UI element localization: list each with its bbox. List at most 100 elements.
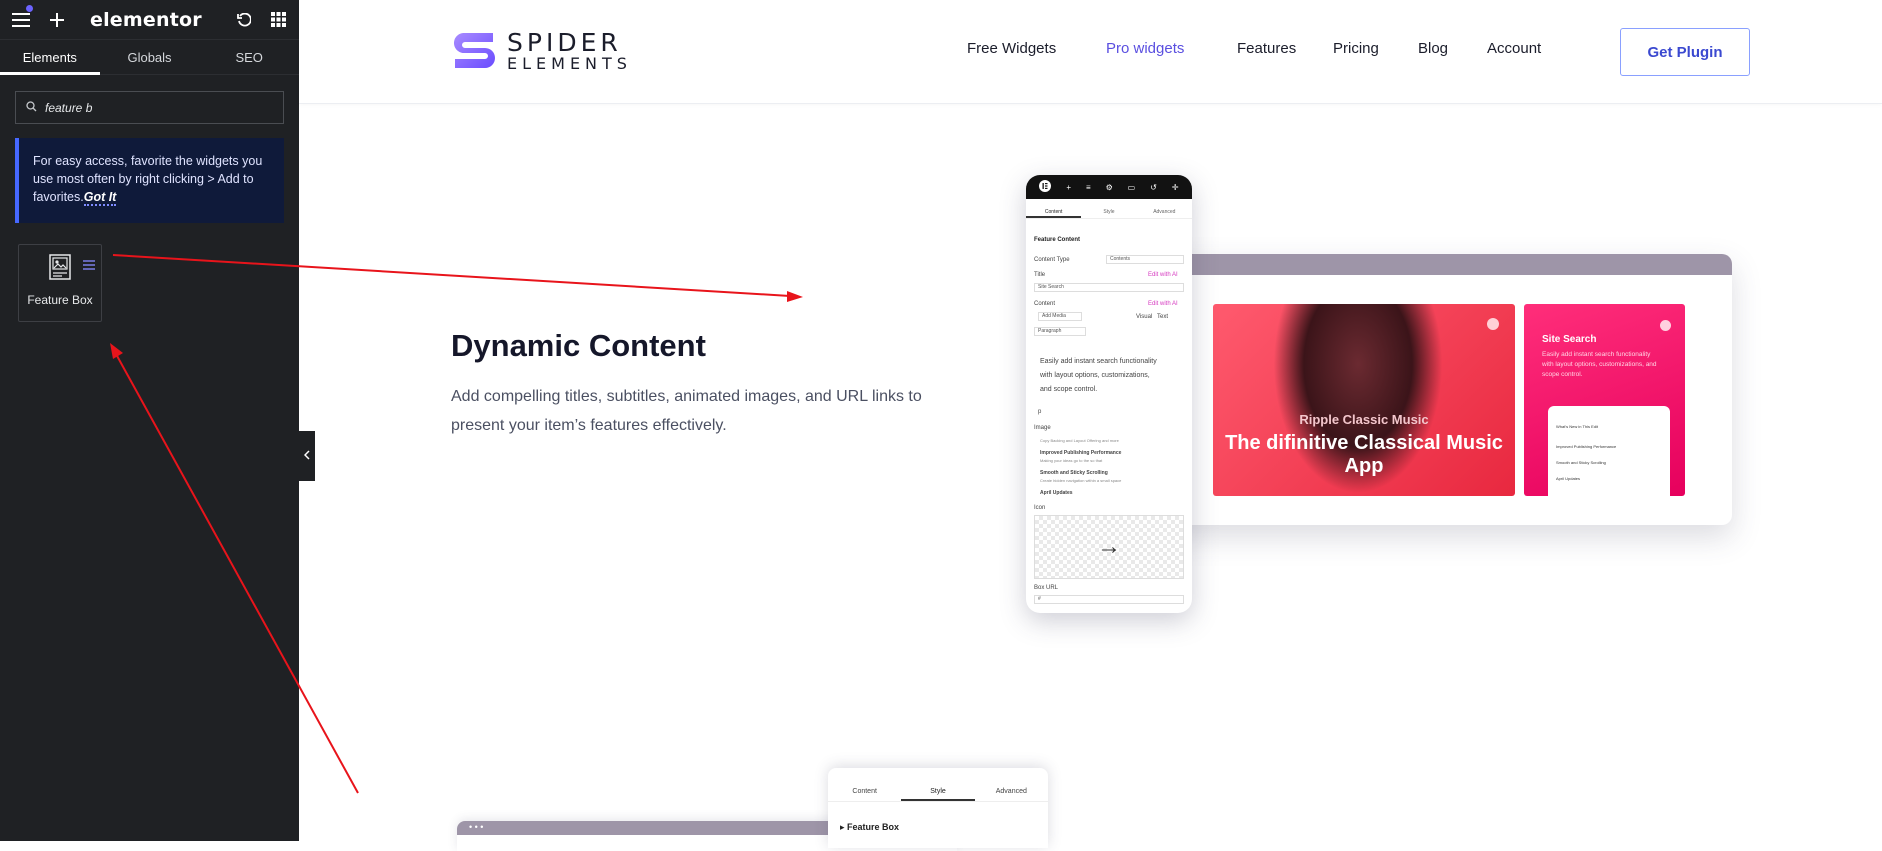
tab-elements[interactable]: Elements xyxy=(0,40,100,75)
widget-search-input[interactable] xyxy=(45,100,265,115)
widget-menu-icon[interactable] xyxy=(83,259,95,273)
preview-browser-window: Ripple Classic Music The difinitive Clas… xyxy=(1160,254,1732,525)
phone-label: Content xyxy=(1034,301,1056,307)
phone-list-line: Copy Backing and Layout Offering and mor… xyxy=(1040,438,1119,443)
style-panel-mockup: Content Style Advanced ▸ Feature Box xyxy=(828,768,1048,848)
nav-blog[interactable]: Blog xyxy=(1418,40,1448,57)
search-icon xyxy=(26,99,37,117)
phone-icon-preview: → xyxy=(1034,515,1184,579)
widget-search-box xyxy=(15,91,284,124)
phone-add-media: Add Media xyxy=(1038,312,1082,321)
site-search-card: Site Search Easily add instant search fu… xyxy=(1524,304,1685,496)
comment-icon: ▭ xyxy=(1127,182,1136,192)
arrow-right-icon: → xyxy=(1097,533,1121,560)
phone-paragraph-select: Paragraph xyxy=(1034,327,1086,336)
panel2-section-title: ▸ Feature Box xyxy=(840,822,900,832)
panel2-tab-content: Content xyxy=(852,788,877,795)
phone-text-tab: Text xyxy=(1157,314,1169,320)
nav-account[interactable]: Account xyxy=(1487,40,1541,57)
settings-icon: ⚙ xyxy=(1105,182,1113,192)
phone-ai-link: Edit with AI xyxy=(1148,272,1178,278)
mini-item: Improved Publishing Performance xyxy=(1556,444,1617,449)
mini-item: What's New in This Edit xyxy=(1556,424,1599,429)
phone-label: Content Type xyxy=(1034,257,1070,263)
plus-icon: + xyxy=(1066,182,1072,192)
browser-title-bar xyxy=(1160,254,1732,275)
card-dot-icon xyxy=(1487,318,1499,330)
elementor-logo: elementor xyxy=(90,8,202,31)
phone-editor-line: with layout options, customizations, xyxy=(1040,372,1150,379)
notice-text: For easy access, favorite the widgets yo… xyxy=(33,154,263,204)
mini-item: April Updates xyxy=(1556,476,1581,481)
nav-features[interactable]: Features xyxy=(1237,40,1296,57)
phone-label: Image xyxy=(1034,425,1051,431)
nav-free-widgets[interactable]: Free Widgets xyxy=(967,40,1056,57)
mini-search-panel: What's New in This Edit Improved Publish… xyxy=(1548,406,1670,496)
editor-topbar: elementor xyxy=(0,0,299,40)
phone-list-line: April Updates xyxy=(1040,490,1073,496)
phone-tabs: Content Style Advanced xyxy=(1026,199,1192,219)
phone-tab-content: Content xyxy=(1026,199,1082,218)
nav-pricing[interactable]: Pricing xyxy=(1333,40,1379,57)
card1-subtitle: Ripple Classic Music xyxy=(1299,412,1429,427)
feature-box-icon xyxy=(49,254,71,285)
nav-pro-widgets[interactable]: Pro widgets xyxy=(1106,40,1184,57)
phone-label: Box URL xyxy=(1034,585,1059,591)
panel2-tab-advanced: Advanced xyxy=(995,788,1027,795)
section-heading: Dynamic Content xyxy=(451,328,706,363)
mini-item: Smooth and Sticky Scrolling xyxy=(1556,460,1606,465)
favorites-notice: For easy access, favorite the widgets yo… xyxy=(15,138,284,223)
get-plugin-button[interactable]: Get Plugin xyxy=(1620,28,1750,76)
phone-list-line: Create hidden navigation within a small … xyxy=(1040,478,1122,483)
phone-label: Title xyxy=(1034,272,1046,278)
phone-url-field: # xyxy=(1034,595,1184,604)
site-header: SPIDER ELEMENTS Free Widgets Pro widgets… xyxy=(299,0,1882,104)
phone-ai-link: Edit with AI xyxy=(1148,301,1178,307)
chevron-left-icon xyxy=(303,449,310,463)
history-icon[interactable] xyxy=(233,9,255,31)
layers-icon: ≡ xyxy=(1085,182,1091,192)
card2-title: Site Search xyxy=(1542,334,1597,345)
arrowhead xyxy=(787,291,803,302)
music-app-card: Ripple Classic Music The difinitive Clas… xyxy=(1213,304,1515,496)
card-dot-icon xyxy=(1660,320,1671,331)
section-description: Add compelling titles, subtitles, animat… xyxy=(451,388,922,434)
panel2-tab-style: Style xyxy=(901,768,975,801)
brand-line-2: ELEMENTS xyxy=(507,54,632,73)
apps-grid-icon[interactable] xyxy=(267,9,289,31)
phone-list-line: Smooth and Sticky Scrolling xyxy=(1040,470,1108,476)
phone-editor-line: and scope control. xyxy=(1040,386,1098,393)
phone-editor-path: p xyxy=(1038,409,1042,415)
spider-elements-logo[interactable]: SPIDER ELEMENTS xyxy=(453,30,632,73)
got-it-link[interactable]: Got It xyxy=(83,190,117,206)
phone-select: Contents xyxy=(1106,255,1184,264)
elementor-e-icon xyxy=(1039,180,1052,194)
editor-sidebar: elementor Elements Globals SEO For easy … xyxy=(0,0,299,841)
undo-icon: ↺ xyxy=(1150,182,1157,192)
phone-editor-mockup: + ≡ ⚙ ▭ ↺ ✛ Content Style Advanced Featu… xyxy=(1026,175,1192,613)
tab-globals[interactable]: Globals xyxy=(100,40,200,74)
tab-seo[interactable]: SEO xyxy=(199,40,299,74)
panel2-tabs: Content Style Advanced xyxy=(828,768,1048,802)
card1-title: The difinitive Classical Music App xyxy=(1225,432,1503,477)
phone-list-line: Making your ideas go to the so that xyxy=(1040,458,1103,463)
widget-feature-box[interactable]: Feature Box xyxy=(18,244,102,322)
phone-list-line: Improved Publishing Performance xyxy=(1040,450,1122,456)
editor-tabs: Elements Globals SEO xyxy=(0,40,299,75)
phone-label: Icon xyxy=(1034,505,1046,511)
card2-text: Easily add instant search functionality … xyxy=(1542,351,1657,378)
phone-editor-line: Easily add instant search functionality xyxy=(1040,358,1157,365)
phone-visual-tab: Visual xyxy=(1136,314,1153,320)
notification-dot xyxy=(26,5,33,12)
widget-label: Feature Box xyxy=(27,293,93,307)
brand-mark-icon xyxy=(453,31,497,73)
add-element-icon[interactable] xyxy=(46,9,68,31)
phone-title-field: Site Search xyxy=(1034,283,1184,292)
collapse-panel-button[interactable] xyxy=(299,431,315,481)
phone-tab-style: Style xyxy=(1103,209,1115,215)
phone-section-title: Feature Content xyxy=(1034,237,1081,243)
phone-toolbar: + ≡ ⚙ ▭ ↺ ✛ xyxy=(1026,175,1192,199)
phone-tab-advanced: Advanced xyxy=(1153,209,1176,215)
panel2-section-label: Feature Box xyxy=(847,822,900,832)
move-icon: ✛ xyxy=(1171,182,1179,192)
